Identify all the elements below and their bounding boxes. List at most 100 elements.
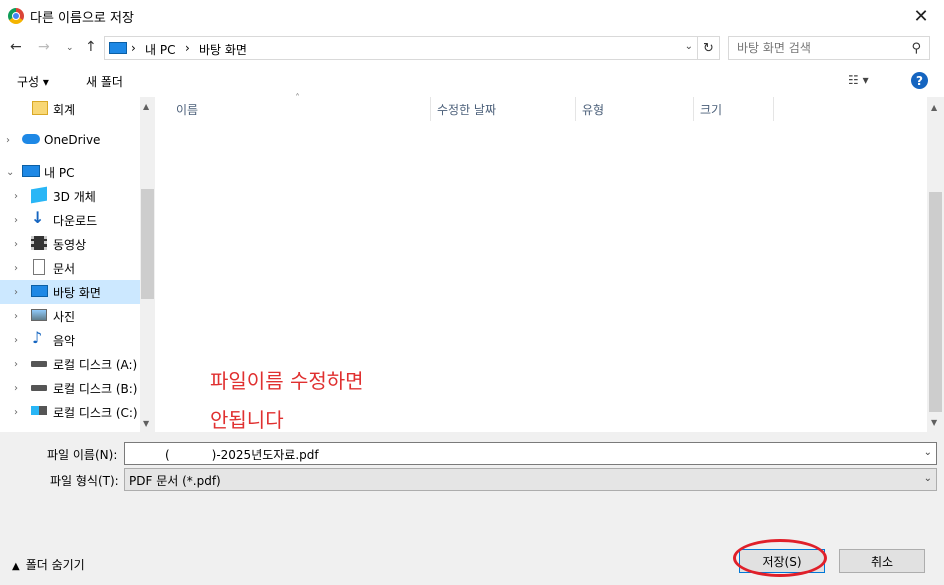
sidebar-item-onedrive[interactable]: › OneDrive: [0, 128, 140, 152]
pc-icon: [22, 165, 40, 177]
highlight-ellipse: [733, 539, 827, 577]
sidebar-item-label: 사진: [53, 309, 76, 324]
video-icon: [31, 236, 47, 250]
expand-caret-icon[interactable]: ›: [14, 359, 18, 370]
annotation-text-line1: 파일이름 수정하면: [210, 369, 364, 393]
expand-caret-icon[interactable]: ›: [14, 335, 18, 346]
refresh-button[interactable]: ↻: [698, 36, 720, 60]
address-bar[interactable]: › 내 PC › 바탕 화면 ⌄: [104, 36, 698, 60]
pc-icon: [109, 42, 127, 54]
sidebar-item-label: 다운로드: [53, 213, 98, 228]
hide-folders-label: 폴더 숨기기: [25, 558, 85, 572]
scroll-down-arrow-icon[interactable]: ▼: [931, 418, 937, 427]
scrollbar-thumb[interactable]: [929, 192, 942, 412]
column-header-type[interactable]: 유형: [582, 101, 604, 118]
search-box[interactable]: ⚲: [728, 36, 930, 60]
cube-icon: [31, 186, 47, 204]
expand-caret-icon[interactable]: ›: [14, 311, 18, 322]
breadcrumb-my-pc[interactable]: 내 PC: [145, 41, 175, 58]
recent-locations-chevron-icon[interactable]: ⌄: [66, 43, 74, 53]
navigation-scrollbar[interactable]: ▲ ▼: [140, 97, 155, 432]
filetype-label: 파일 형식(T):: [50, 474, 119, 488]
sidebar-item-videos[interactable]: › 동영상: [0, 232, 140, 256]
address-row: ← → ⌄ ↑ › 내 PC › 바탕 화면 ⌄ ↻ ⚲: [0, 32, 944, 64]
expand-caret-icon[interactable]: ›: [14, 239, 18, 250]
column-divider[interactable]: [430, 97, 431, 121]
filename-label: 파일 이름(N):: [47, 448, 118, 462]
sidebar-item-desktop[interactable]: › 바탕 화면: [0, 280, 140, 304]
folder-icon: [32, 101, 48, 115]
filename-value[interactable]: ( )-2025년도자료.pdf: [165, 446, 319, 463]
drive-icon: [31, 361, 47, 367]
new-folder-button[interactable]: 새 폴더: [86, 73, 123, 90]
sidebar-item-label: 바탕 화면: [53, 285, 101, 300]
file-list-scrollbar[interactable]: ▲ ▼: [927, 97, 944, 432]
breadcrumb-desktop[interactable]: 바탕 화면: [199, 41, 247, 58]
annotation-text-line2: 안됩니다: [210, 408, 284, 432]
sidebar-item-label: 로컬 디스크 (A:): [53, 357, 138, 372]
cancel-button[interactable]: 취소: [839, 549, 925, 573]
expand-caret-icon[interactable]: ›: [6, 135, 10, 146]
column-divider[interactable]: [693, 97, 694, 121]
navigation-pane: 회계 › OneDrive ⌄ 내 PC › 3D 개체 › ↓ 다운로드 › …: [0, 97, 155, 432]
scroll-up-arrow-icon[interactable]: ▲: [931, 103, 937, 112]
window-title: 다른 이름으로 저장: [30, 11, 134, 26]
music-icon: ♪: [32, 328, 43, 347]
download-icon: ↓: [31, 208, 45, 227]
filetype-select[interactable]: PDF 문서 (*.pdf) ⌄: [124, 468, 937, 491]
expand-caret-icon[interactable]: ›: [14, 215, 18, 226]
sidebar-item-accounting[interactable]: 회계: [0, 97, 140, 121]
expand-caret-icon[interactable]: ›: [14, 407, 18, 418]
column-header-name[interactable]: 이름: [176, 101, 198, 118]
scrollbar-thumb[interactable]: [141, 189, 154, 299]
view-options-icon[interactable]: ☷ ▾: [848, 73, 869, 87]
breadcrumb-separator-icon[interactable]: ›: [131, 41, 136, 55]
expand-caret-icon[interactable]: ›: [14, 287, 18, 298]
expand-caret-icon[interactable]: ⌄: [6, 167, 14, 178]
sidebar-item-label: 로컬 디스크 (C:): [53, 405, 138, 420]
expand-caret-icon[interactable]: ›: [14, 191, 18, 202]
sidebar-item-downloads[interactable]: › ↓ 다운로드: [0, 208, 140, 232]
column-divider[interactable]: [575, 97, 576, 121]
filename-dropdown-icon[interactable]: ⌄: [924, 447, 932, 458]
up-arrow-icon[interactable]: ↑: [85, 39, 97, 55]
sort-ascending-icon: ˄: [295, 93, 300, 104]
chrome-icon: [8, 8, 24, 24]
close-button[interactable]: ✕: [898, 0, 944, 32]
windows-drive-icon: [31, 406, 47, 415]
column-divider[interactable]: [773, 97, 774, 121]
column-header-date-modified[interactable]: 수정한 날짜: [437, 101, 496, 118]
filename-input[interactable]: ( )-2025년도자료.pdf ⌄: [124, 442, 937, 465]
sidebar-item-documents[interactable]: › 문서: [0, 256, 140, 280]
back-arrow-icon[interactable]: ←: [10, 39, 22, 55]
filetype-dropdown-icon[interactable]: ⌄: [924, 473, 932, 484]
address-dropdown-icon[interactable]: ⌄: [685, 41, 693, 52]
sidebar-item-label: 음악: [53, 333, 76, 348]
drive-icon: [31, 385, 47, 391]
sidebar-item-label: 3D 개체: [53, 189, 96, 204]
sidebar-item-drive-b[interactable]: › 로컬 디스크 (B:): [0, 376, 140, 400]
picture-icon: [31, 309, 47, 321]
sidebar-item-my-pc[interactable]: ⌄ 내 PC: [0, 160, 140, 184]
sidebar-item-3d-objects[interactable]: › 3D 개체: [0, 184, 140, 208]
scroll-up-arrow-icon[interactable]: ▲: [143, 102, 149, 111]
expand-caret-icon[interactable]: ›: [14, 263, 18, 274]
breadcrumb-separator-icon[interactable]: ›: [185, 41, 190, 55]
hide-folders-toggle[interactable]: ▲ 폴더 숨기기: [12, 556, 85, 573]
sidebar-item-drive-a[interactable]: › 로컬 디스크 (A:): [0, 352, 140, 376]
search-input[interactable]: [737, 41, 897, 55]
sidebar-item-label: 문서: [53, 261, 76, 276]
column-header-size[interactable]: 크기: [700, 101, 722, 118]
sidebar-item-pictures[interactable]: › 사진: [0, 304, 140, 328]
scroll-down-arrow-icon[interactable]: ▼: [143, 419, 149, 428]
organize-button[interactable]: 구성 ▾: [17, 73, 49, 90]
sidebar-item-label: 회계: [53, 102, 76, 117]
title-bar: 다른 이름으로 저장 ✕: [0, 0, 944, 32]
sidebar-item-music[interactable]: › ♪ 음악: [0, 328, 140, 352]
forward-arrow-icon[interactable]: →: [38, 39, 50, 55]
sidebar-item-label: 로컬 디스크 (B:): [53, 381, 138, 396]
search-icon[interactable]: ⚲: [911, 41, 921, 56]
help-icon[interactable]: ?: [911, 72, 928, 89]
sidebar-item-drive-c[interactable]: › 로컬 디스크 (C:): [0, 400, 140, 424]
expand-caret-icon[interactable]: ›: [14, 383, 18, 394]
